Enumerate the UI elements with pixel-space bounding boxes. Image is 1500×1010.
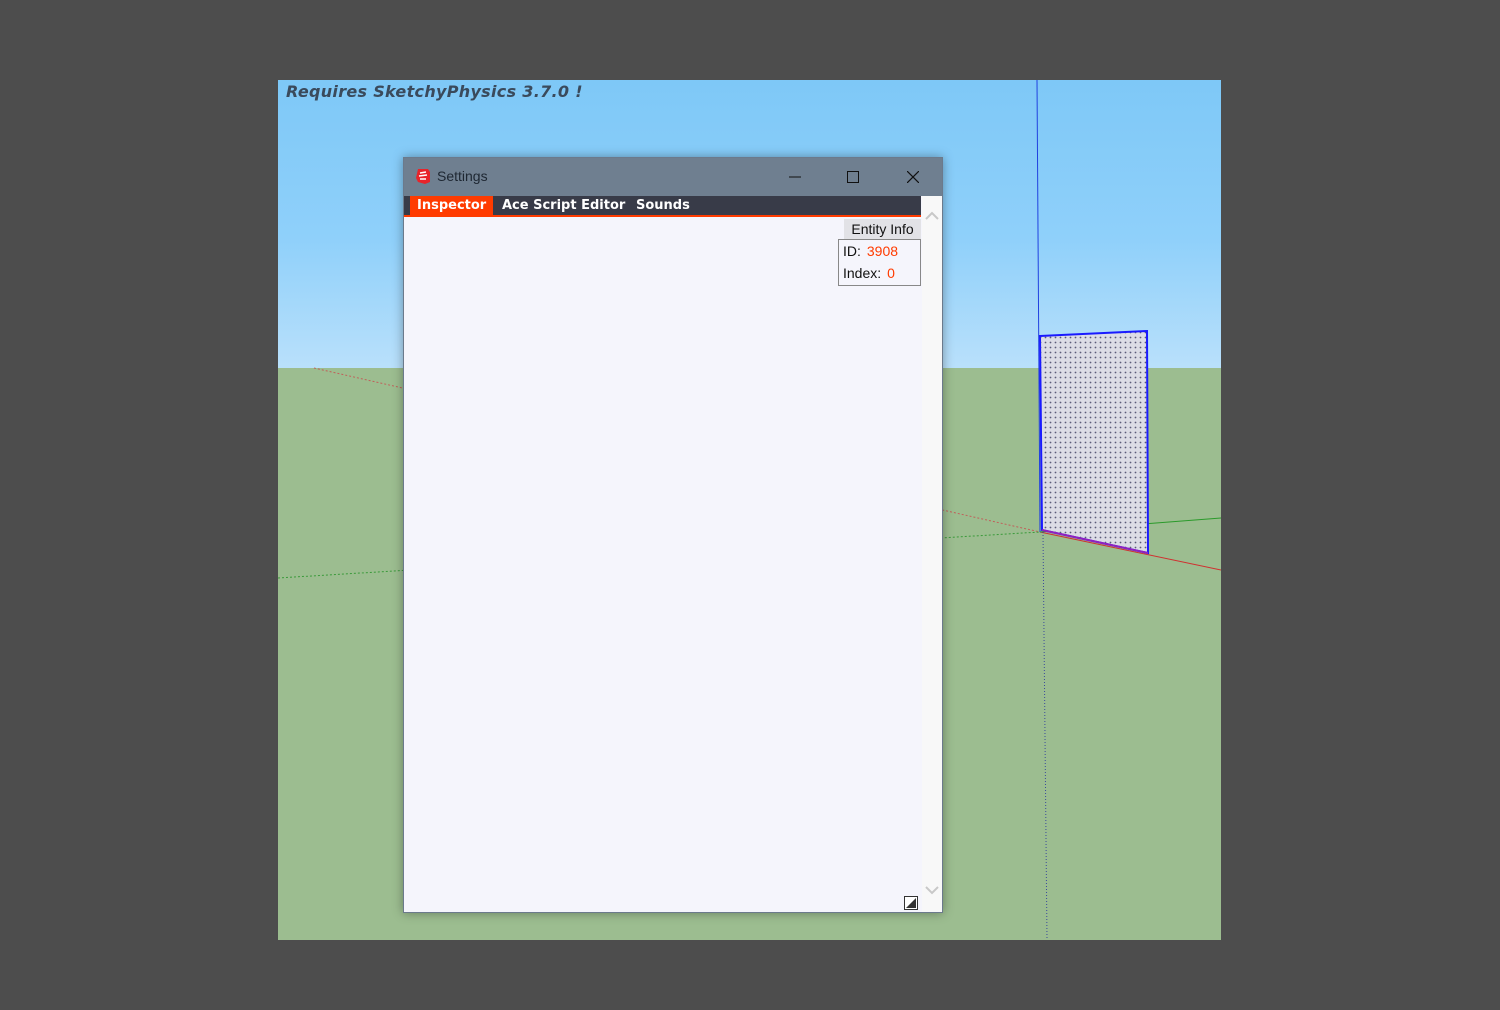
window-titlebar[interactable]: Settings — [404, 158, 942, 196]
blue-axis-dotted — [1042, 531, 1048, 940]
vertical-scrollbar[interactable] — [922, 196, 942, 912]
close-button[interactable] — [884, 158, 942, 196]
sketchup-logo-icon — [416, 169, 430, 184]
entity-id-row: ID: 3908 — [843, 243, 898, 259]
tab-sounds[interactable]: Sounds — [629, 196, 697, 215]
maximize-button[interactable] — [824, 158, 882, 196]
entity-id-label: ID: — [843, 243, 861, 259]
window-title: Settings — [437, 168, 488, 184]
entity-info-header[interactable]: Entity Info — [844, 219, 921, 239]
tab-inspector[interactable]: Inspector — [410, 196, 494, 215]
tab-bar: Inspector Ace Script Editor Sounds — [404, 196, 921, 217]
tab-ace-script-editor[interactable]: Ace Script Editor — [495, 196, 632, 215]
scroll-down-arrow-icon[interactable] — [924, 884, 940, 898]
entity-index-row: Index: 0 — [843, 265, 895, 281]
maximize-icon — [847, 171, 859, 183]
resize-grip-icon[interactable] — [904, 896, 918, 910]
selected-face — [1038, 329, 1150, 555]
minimize-icon — [789, 176, 801, 178]
inspector-panel: Entity Info ID: 3908 Index: 0 — [404, 217, 921, 912]
entity-index-label: Index: — [843, 265, 882, 281]
settings-window: Settings Inspector Ace Script Editor Sou… — [403, 157, 943, 913]
close-icon — [907, 171, 919, 183]
scroll-up-arrow-icon[interactable] — [924, 208, 940, 222]
entity-id-value: 3908 — [866, 243, 899, 259]
requires-note: Requires SketchyPhysics 3.7.0 ! — [286, 82, 583, 101]
entity-info-box: ID: 3908 Index: 0 — [838, 239, 921, 286]
blue-axis-solid — [1036, 80, 1041, 533]
minimize-button[interactable] — [766, 158, 824, 196]
entity-index-value: 0 — [887, 265, 895, 281]
